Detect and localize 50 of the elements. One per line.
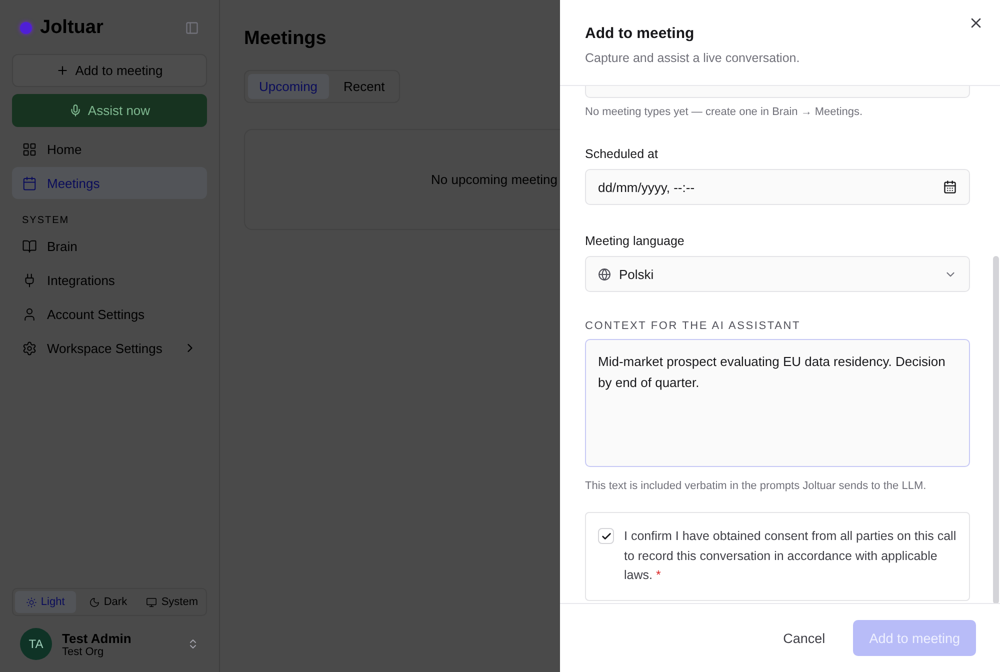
calendar-icon [22, 176, 37, 190]
theme-option[interactable]: System [140, 591, 204, 613]
tab[interactable]: Recent [332, 74, 396, 99]
chevrons-icon[interactable] [187, 638, 199, 650]
add-to-meeting-button[interactable]: Add to meeting [12, 54, 207, 87]
check-icon [600, 530, 612, 542]
plus-icon [56, 64, 70, 77]
language-select[interactable]: Polski [585, 256, 970, 292]
context-textarea[interactable]: Mid-market prospect evaluating EU data residency. Decision by end of quarter. [585, 339, 970, 467]
user-name: Test Admin [62, 630, 132, 646]
scrollbar[interactable] [993, 256, 999, 603]
avatar: TA [20, 628, 52, 660]
settings-icon [22, 340, 37, 356]
logo-icon [20, 22, 32, 34]
section-label: CONTEXT FOR THE AI ASSISTANT [585, 320, 802, 332]
assist-now-button[interactable]: Assist now [12, 94, 207, 127]
section-title: SYSTEM [21, 215, 70, 226]
nav-item[interactable]: Brain [12, 230, 207, 262]
book-icon [22, 238, 37, 254]
field-label: Meeting language [585, 234, 686, 248]
theme-option[interactable]: Light [15, 591, 76, 613]
brand-name: Joltuar [40, 17, 104, 39]
sun-icon [26, 596, 37, 608]
nav-item[interactable]: Home [12, 133, 207, 165]
empty-message: No upcoming meeting [431, 172, 558, 187]
user-icon [22, 306, 37, 322]
calendar-icon[interactable] [943, 180, 957, 194]
field-label: Scheduled at [585, 147, 659, 161]
consent-text: I confirm I have obtained consent from all parties on this call to record this conversation in accordance with applicable laws. * [624, 528, 957, 584]
nav-item[interactable]: Account Settings [12, 298, 207, 330]
moon-icon [88, 596, 100, 608]
nav-item[interactable]: Meetings [12, 167, 207, 199]
tab[interactable]: Upcoming [248, 74, 329, 99]
date-time-field[interactable]: dd/mm/yyyy, --:-- [585, 169, 970, 205]
sidebar-toggle-icon[interactable] [185, 21, 199, 35]
nav-item[interactable]: Workspace Settings [12, 332, 207, 364]
grid-icon [22, 142, 37, 156]
globe-icon [598, 268, 611, 280]
drawer-subtitle: Capture and assist a live conversation. [585, 51, 801, 65]
cancel-button[interactable]: Cancel [777, 630, 832, 646]
org-name: Test Org [62, 646, 105, 658]
consent-checkbox[interactable] [598, 528, 614, 544]
page-title: Meetings [244, 28, 326, 50]
field-hint: No meeting types yet — create one in Brain → Meetings. [585, 106, 864, 118]
monitor-icon [146, 596, 158, 608]
microphone-icon [68, 104, 82, 117]
nav-item[interactable]: Integrations [12, 264, 207, 296]
theme-option[interactable]: Dark [78, 591, 138, 613]
field-hint: This text is included verbatim in the prompts Joltuar sends to the LLM. [585, 480, 928, 492]
drawer-title: Add to meeting [585, 25, 696, 42]
